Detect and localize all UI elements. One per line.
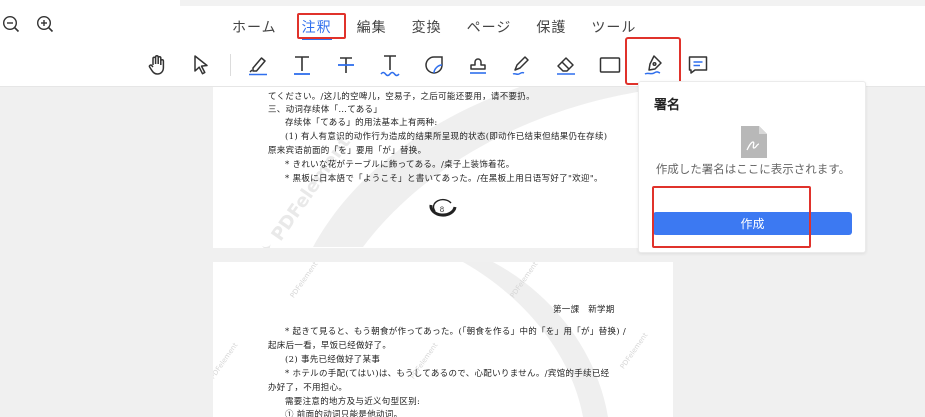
text-line: 办好了，不用担心。 [268,383,348,393]
watermark-text: PDFelement [213,341,240,381]
pencil-icon[interactable] [507,50,537,80]
zoom-in-icon[interactable] [36,15,54,33]
text-line: * きれいな花がテーブルに飾ってある。/桌子上装饰着花。 [285,160,515,170]
signature-pen-icon[interactable] [639,50,669,80]
text-line: (1) 有人有意识的动作行为造成的结果所呈现的状态(即动作已结束但结果仍在存续) [285,132,608,142]
sticky-note-icon[interactable] [419,50,449,80]
text-line: 存续体「てある」的用法基本上有两种: [285,118,438,128]
tab-page[interactable]: ページ [467,12,512,40]
watermark-text: PDFelement [618,331,650,371]
text-line: 起床后一看，早饭已经做好了。 [268,341,392,351]
page-header: 第一課 新学期 [553,305,615,315]
top-toolbar: ホーム 注釈 編集 変換 ページ 保護 ツール [0,0,925,87]
text-line: 三、动词存续体「…てある」 [268,105,383,115]
zoom-out-icon[interactable] [2,15,20,33]
highlight-icon[interactable] [243,50,273,80]
tab-protect[interactable]: 保護 [536,12,566,40]
hand-icon[interactable] [142,50,172,80]
tab-edit[interactable]: 編集 [357,12,387,40]
text-line: (2) 事先已经做好了某事 [285,355,381,365]
eraser-icon[interactable] [551,50,581,80]
title-strip [180,0,925,6]
text-line: * ホテルの手配(てはい)は、もうしてあるので、心配いりません。/宾馆的手续已经 [285,369,610,379]
rectangle-icon[interactable] [595,50,625,80]
tab-home[interactable]: ホーム [232,12,277,40]
document-page-2: PDFelement PDFelement PDFelement PDFelem… [213,262,673,417]
watermark-text: PDFelement [508,262,540,300]
underline-text-icon[interactable] [287,50,317,80]
signature-panel-title: 署名 [654,98,681,113]
strikethrough-text-icon[interactable] [331,50,361,80]
select-arrow-icon[interactable] [186,50,216,80]
svg-text:8: 8 [440,206,444,214]
signature-panel: 署名 作成した署名はここに表示されます。 作成 [638,81,866,253]
text-line: 原来宾语前面的「を」要用「が」替换。 [268,146,427,156]
tab-annotate[interactable]: 注釈 [301,12,332,40]
signature-empty-message: 作成した署名はここに表示されます。 [655,162,851,176]
text-line: 需要注意的地方及与近义句型区别: [285,397,421,407]
empty-signature-document-icon [741,126,767,158]
comment-icon[interactable] [683,50,713,80]
tab-convert[interactable]: 変換 [412,12,442,40]
text-line: てください。/这儿的空啤儿，空易子，之后可能还要用，请不要扔。 [268,92,535,102]
squiggly-text-icon[interactable] [375,50,405,80]
text-line: * 起きて見ると、もう朝食が作ってあった。(「朝食を作る」中的「を」用「が」替换… [285,327,627,337]
text-line: * 黒板に日本語で「ようこそ」と書いてあった。/在黑板上用日语写好了"欢迎"。 [285,174,603,184]
tab-tools[interactable]: ツール [591,12,636,40]
text-line: ① 前面的动词只能是他动词。 [285,410,403,417]
stamp-icon[interactable] [463,50,493,80]
main-tabs: ホーム 注釈 編集 変換 ページ 保護 ツール [232,12,661,40]
document-page-1: ✦ PDFelement てください。/这儿的空啤儿，空易子，之后可能还要用，请… [213,87,673,248]
create-signature-button[interactable]: 作成 [653,212,852,235]
toolbar-divider [230,54,231,76]
watermark-text: PDFelement [288,262,320,300]
page-number-badge: 8 [429,198,457,217]
